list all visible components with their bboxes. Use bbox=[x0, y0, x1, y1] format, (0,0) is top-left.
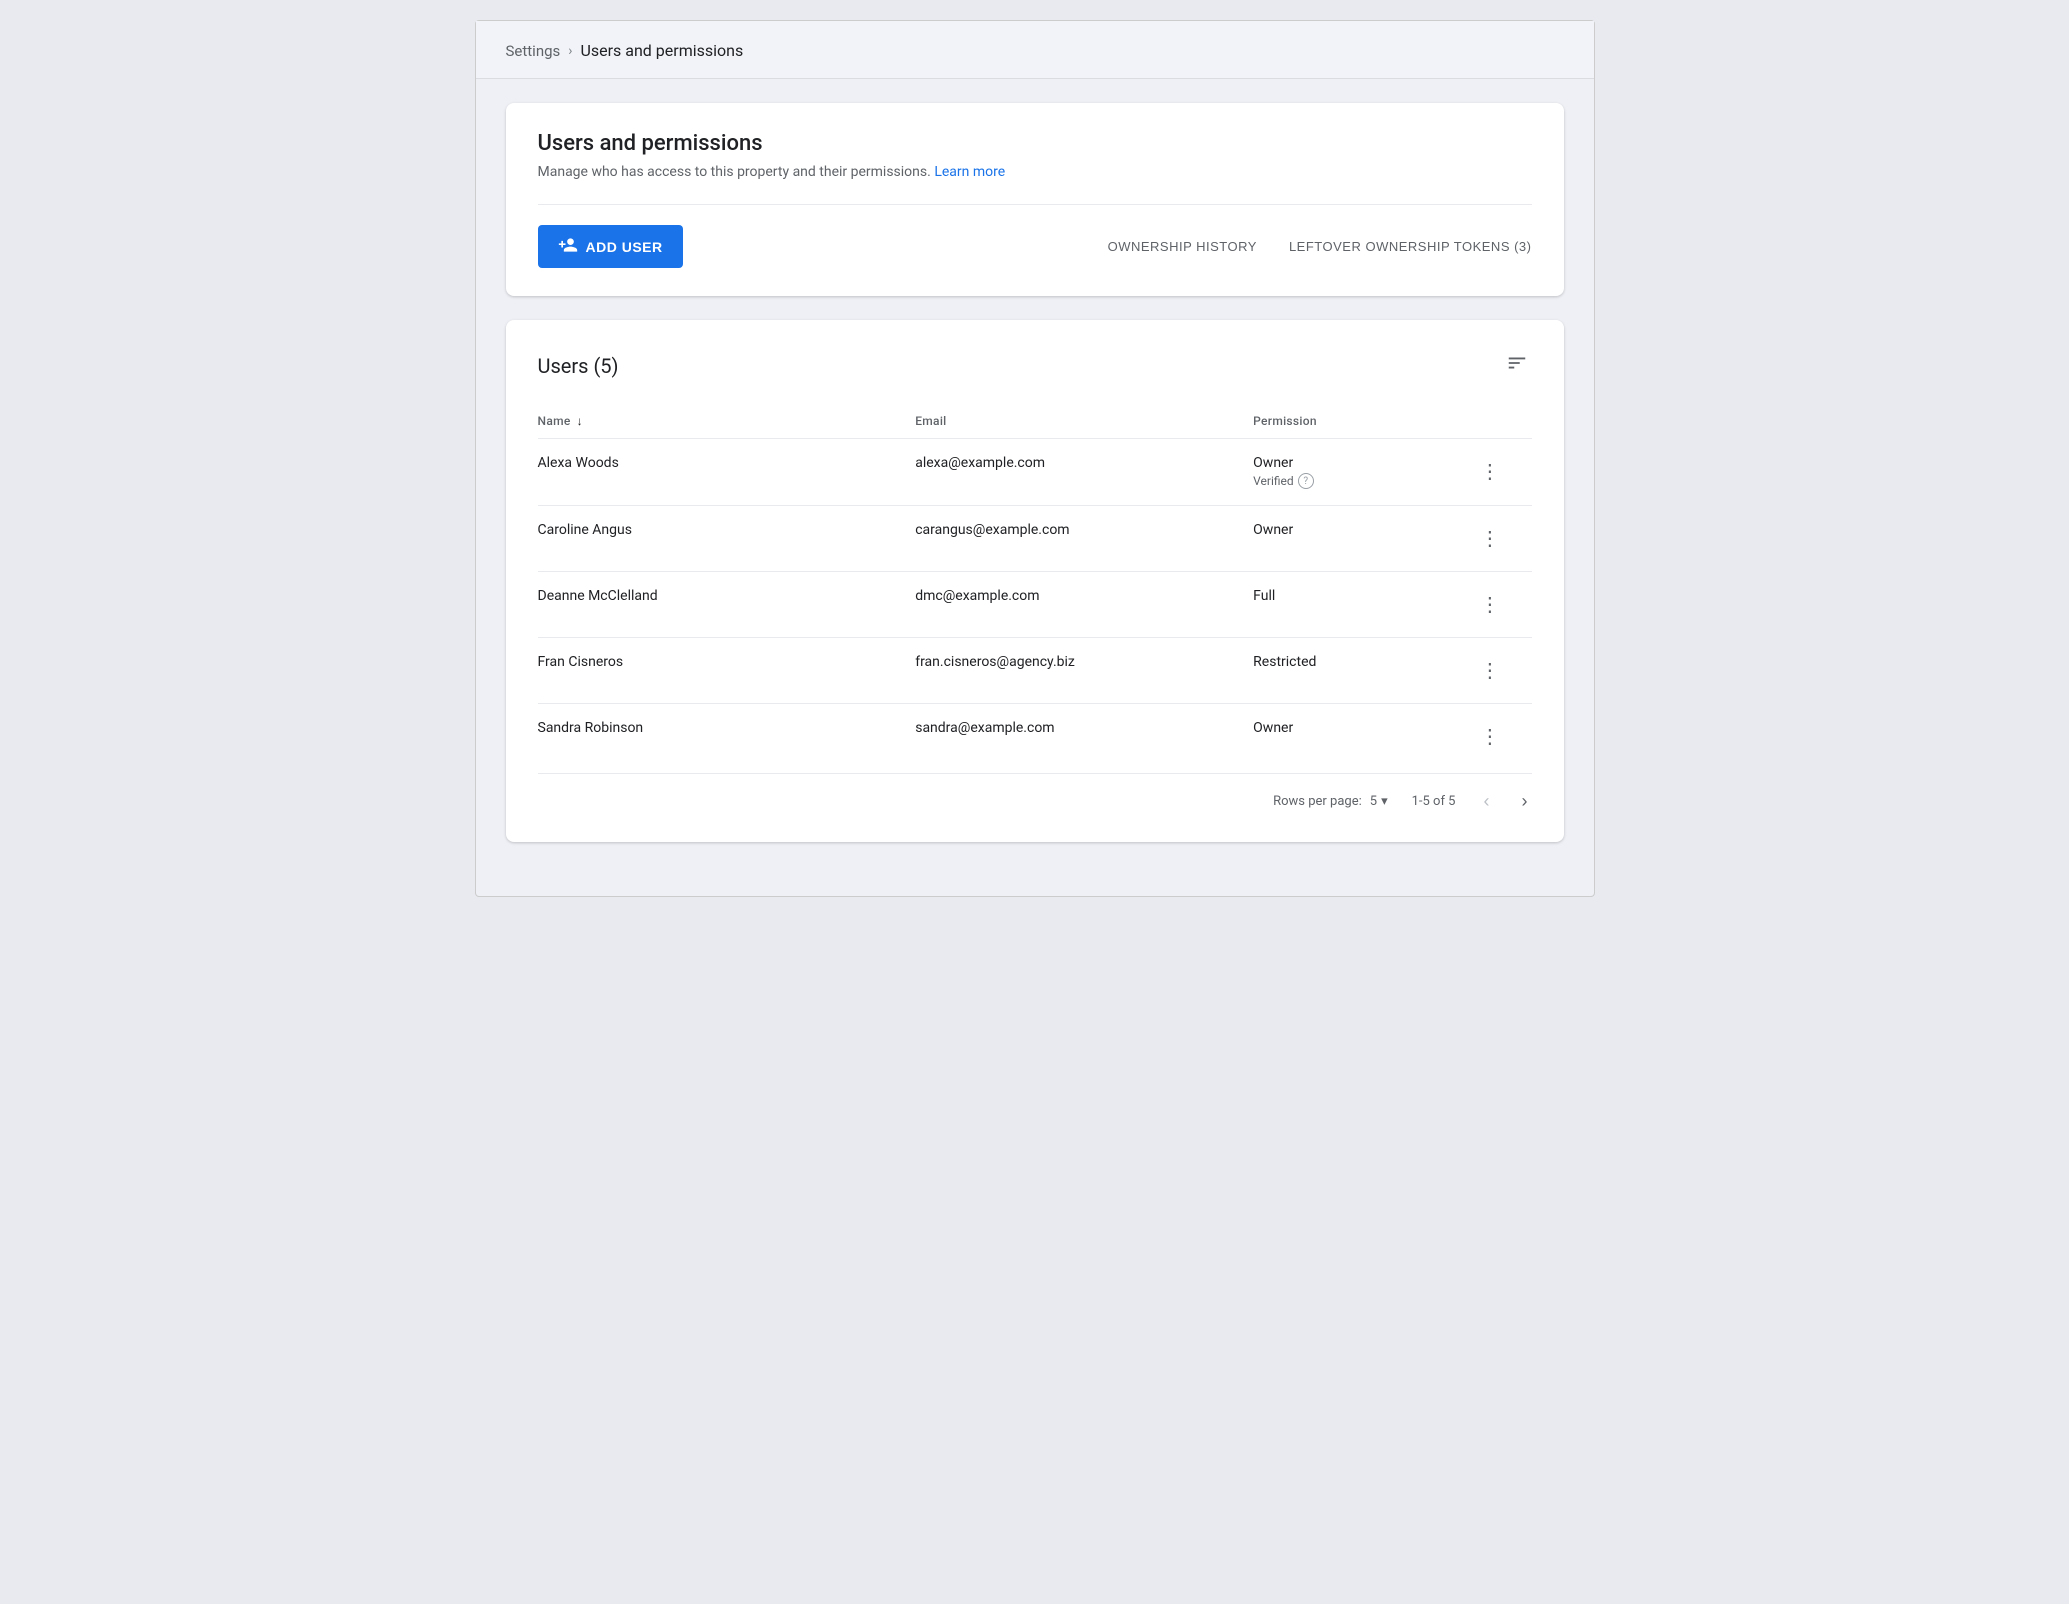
user-action: ⋮ bbox=[1472, 572, 1532, 638]
breadcrumb-current: Users and permissions bbox=[581, 41, 744, 60]
top-card-actions: ADD USER OWNERSHIP HISTORY LEFTOVER OWNE… bbox=[538, 204, 1532, 268]
user-more-button[interactable]: ⋮ bbox=[1472, 654, 1508, 687]
user-email: alexa@example.com bbox=[915, 439, 1253, 506]
leftover-tokens-button[interactable]: LEFTOVER OWNERSHIP TOKENS (3) bbox=[1289, 239, 1532, 254]
add-user-button[interactable]: ADD USER bbox=[538, 225, 683, 268]
table-row: Sandra Robinsonsandra@example.comOwner⋮ bbox=[538, 704, 1532, 770]
filter-button[interactable] bbox=[1502, 348, 1532, 384]
breadcrumb: Settings › Users and permissions bbox=[476, 21, 1594, 79]
users-card: Users (5) Name ↓ Email Permission bbox=[506, 320, 1564, 842]
pagination-prev-button[interactable]: ‹ bbox=[1480, 788, 1494, 814]
user-email: sandra@example.com bbox=[915, 704, 1253, 770]
user-email: carangus@example.com bbox=[915, 506, 1253, 572]
users-count-title: Users (5) bbox=[538, 354, 619, 378]
user-name: Caroline Angus bbox=[538, 506, 916, 572]
user-action: ⋮ bbox=[1472, 506, 1532, 572]
table-row: Deanne McClellanddmc@example.comFull⋮ bbox=[538, 572, 1532, 638]
table-row: Fran Cisnerosfran.cisneros@agency.bizRes… bbox=[538, 638, 1532, 704]
verified-label: Verified bbox=[1253, 474, 1294, 488]
user-action: ⋮ bbox=[1472, 704, 1532, 770]
top-card: Users and permissions Manage who has acc… bbox=[506, 103, 1564, 296]
table-row: Caroline Anguscarangus@example.comOwner⋮ bbox=[538, 506, 1532, 572]
users-table: Name ↓ Email Permission Alexa Woodsalexa… bbox=[538, 404, 1532, 769]
table-row: Alexa Woodsalexa@example.comOwnerVerifie… bbox=[538, 439, 1532, 506]
user-permission: Owner bbox=[1253, 506, 1472, 572]
table-header-row: Name ↓ Email Permission bbox=[538, 404, 1532, 439]
user-name: Sandra Robinson bbox=[538, 704, 916, 770]
col-header-name: Name ↓ bbox=[538, 404, 916, 439]
rows-dropdown-icon: ▾ bbox=[1381, 794, 1388, 809]
user-email: fran.cisneros@agency.biz bbox=[915, 638, 1253, 704]
user-email: dmc@example.com bbox=[915, 572, 1253, 638]
sort-arrow-icon: ↓ bbox=[577, 414, 583, 428]
pagination-next-button[interactable]: › bbox=[1518, 788, 1532, 814]
col-header-permission: Permission bbox=[1253, 404, 1472, 439]
user-more-button[interactable]: ⋮ bbox=[1472, 522, 1508, 555]
user-more-button[interactable]: ⋮ bbox=[1472, 455, 1508, 488]
add-user-icon bbox=[558, 235, 578, 258]
add-user-label: ADD USER bbox=[586, 239, 663, 255]
user-action: ⋮ bbox=[1472, 638, 1532, 704]
user-action: ⋮ bbox=[1472, 439, 1532, 506]
user-name: Fran Cisneros bbox=[538, 638, 916, 704]
ownership-history-button[interactable]: OWNERSHIP HISTORY bbox=[1108, 239, 1257, 254]
page-wrapper: Settings › Users and permissions Users a… bbox=[475, 20, 1595, 897]
top-card-links: OWNERSHIP HISTORY LEFTOVER OWNERSHIP TOK… bbox=[1108, 239, 1532, 254]
page-description: Manage who has access to this property a… bbox=[538, 164, 1532, 180]
user-permission: Owner bbox=[1253, 704, 1472, 770]
user-permission: Full bbox=[1253, 572, 1472, 638]
pagination-range: 1-5 of 5 bbox=[1412, 794, 1456, 809]
verified-help-icon[interactable]: ? bbox=[1298, 473, 1314, 489]
user-more-button[interactable]: ⋮ bbox=[1472, 720, 1508, 753]
breadcrumb-chevron-icon: › bbox=[568, 43, 572, 59]
user-permission: OwnerVerified? bbox=[1253, 439, 1472, 506]
breadcrumb-settings[interactable]: Settings bbox=[506, 42, 561, 60]
col-header-action bbox=[1472, 404, 1532, 439]
user-permission: Restricted bbox=[1253, 638, 1472, 704]
learn-more-link[interactable]: Learn more bbox=[934, 164, 1005, 180]
rows-per-page-select[interactable]: 5 ▾ bbox=[1370, 794, 1388, 809]
rows-value: 5 bbox=[1370, 794, 1377, 809]
user-name: Deanne McClelland bbox=[538, 572, 916, 638]
rows-per-page-label: Rows per page: bbox=[1273, 794, 1362, 809]
col-header-email: Email bbox=[915, 404, 1253, 439]
user-name: Alexa Woods bbox=[538, 439, 916, 506]
page-title: Users and permissions bbox=[538, 131, 1532, 156]
user-more-button[interactable]: ⋮ bbox=[1472, 588, 1508, 621]
users-card-header: Users (5) bbox=[538, 348, 1532, 384]
pagination: Rows per page: 5 ▾ 1-5 of 5 ‹ › bbox=[538, 773, 1532, 814]
rows-per-page: Rows per page: 5 ▾ bbox=[1273, 794, 1388, 809]
